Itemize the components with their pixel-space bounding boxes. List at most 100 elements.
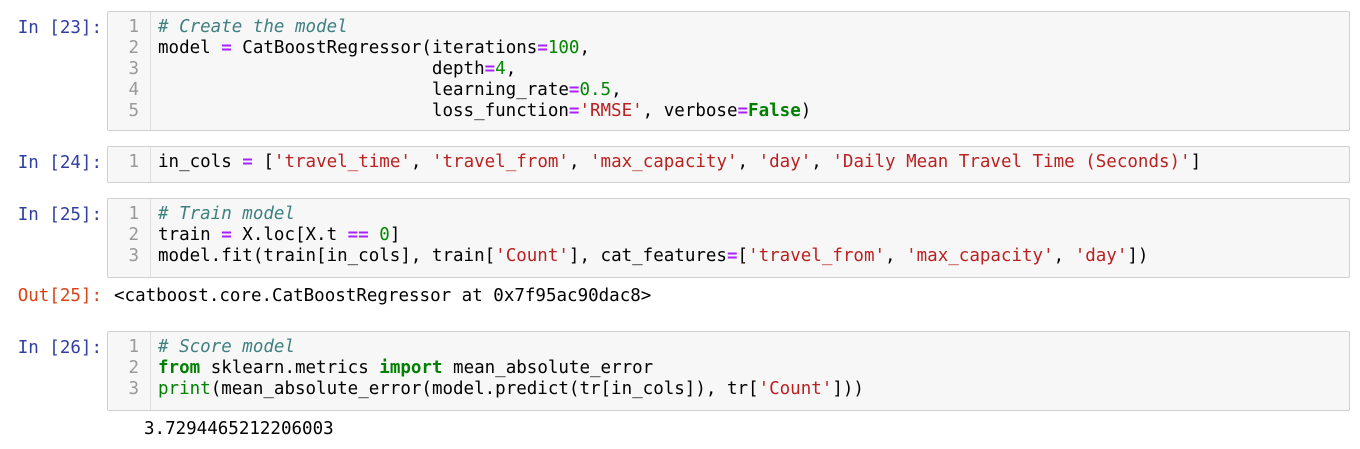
code-token: 'Count' (495, 246, 569, 266)
code-token: depth (158, 59, 485, 79)
code-token: = (737, 101, 749, 121)
code-text: # Score model (158, 337, 295, 358)
code-token: = (726, 246, 738, 266)
line-number: 2 (128, 358, 139, 378)
code-token: , verbose (642, 101, 738, 121)
code-line: 5 loss_function='RMSE', verbose=False) (108, 101, 1351, 122)
line-number: 2 (128, 225, 139, 245)
code-token: (mean_absolute_error(model.predict(tr[in… (210, 379, 759, 399)
code-line: 1 # Create the model (108, 17, 1351, 38)
code-text: depth=4, (158, 59, 516, 80)
code-token: ]) (1127, 246, 1149, 266)
code-line: 1 # Score model (108, 337, 1351, 358)
code-token: # Create the model (158, 17, 348, 37)
code-line: 1 # Train model (108, 204, 1351, 225)
line-number: 1 (128, 17, 139, 37)
code-token: = (221, 38, 232, 58)
line-number: 3 (128, 59, 139, 79)
line-number: 1 (128, 152, 139, 172)
code-token: 'day' (1074, 246, 1128, 266)
code-token: CatBoostRegressor(iterations (231, 38, 538, 58)
input-prompt: In [25]: (17, 205, 102, 225)
code-token: 100 (547, 38, 580, 58)
code-token: 'max_capacity' (590, 152, 738, 172)
output-result: <catboost.core.CatBoostRegressor at 0x7f… (114, 286, 652, 306)
code-lines: 1 # Create the model 2 model = CatBoostRegr… (108, 17, 1351, 122)
code-token: 'travel_time' (273, 152, 411, 172)
code-token: # Train model (158, 204, 295, 224)
line-number: 1 (128, 204, 139, 224)
code-line: 3 depth=4, (108, 59, 1351, 80)
code-lines: 1 in_cols = ['travel_time', 'travel_from'… (108, 152, 1351, 173)
code-token: , (737, 152, 759, 172)
code-token: # Score model (158, 337, 295, 357)
code-text: # Train model (158, 204, 295, 225)
input-prompt: In [24]: (17, 153, 102, 173)
code-token: = (242, 152, 253, 172)
code-text: # Create the model (158, 17, 348, 38)
code-token: = (537, 38, 548, 58)
code-line: 3 model.fit(train[in_cols], train['Count'… (108, 246, 1351, 267)
code-token: train (158, 225, 222, 245)
code-token: loss_function (158, 101, 569, 121)
code-text: model = CatBoostRegressor(iterations=100… (158, 38, 590, 59)
code-token: = (221, 225, 232, 245)
code-line: 4 learning_rate=0.5, (108, 80, 1351, 101)
code-text: train = X.loc[X.t == 0] (158, 225, 400, 246)
code-line: 2 train = X.loc[X.t == 0] (108, 225, 1351, 246)
code-lines: 1 # Score model 2 from sklearn.metrics impo… (108, 337, 1351, 400)
code-token: [ (252, 152, 274, 172)
code-token: = (484, 59, 496, 79)
output-prompt: Out[25]: (17, 286, 102, 306)
code-lines: 1 # Train model 2 train = X.loc[X.t == 0] 3 m… (108, 204, 1351, 267)
code-token: 'max_capacity' (906, 246, 1054, 266)
code-token: in_cols (158, 152, 243, 172)
code-token: , (885, 246, 907, 266)
input-prompt: In [23]: (17, 18, 102, 38)
code-token: 'travel_from' (431, 152, 569, 172)
line-number: 4 (128, 80, 139, 100)
line-number: 5 (128, 101, 139, 121)
code-token: 'Daily Mean Travel Time (Seconds)' (832, 152, 1191, 172)
code-token: , (568, 152, 591, 172)
code-token: ) (800, 101, 812, 121)
code-text: in_cols = ['travel_time', 'travel_from',… (158, 152, 1201, 173)
line-number: 3 (128, 246, 139, 266)
line-number: 2 (128, 38, 139, 58)
code-token: X.loc[X.t (231, 225, 348, 245)
line-number: 3 (128, 379, 139, 399)
code-text: model.fit(train[in_cols], train['Count']… (158, 246, 1148, 267)
code-token: , (811, 152, 833, 172)
code-token: ], cat_features (568, 246, 727, 266)
code-token: import (379, 358, 443, 378)
code-token: , (410, 152, 432, 172)
code-token: [ (737, 246, 749, 266)
code-token: mean_absolute_error (442, 358, 654, 378)
code-token: 'travel_from' (748, 246, 886, 266)
code-token: model (158, 38, 222, 58)
code-editor[interactable]: 1 # Create the model 2 model = CatBoostRegr… (107, 11, 1350, 131)
code-line: 2 from sklearn.metrics import mean_absolu… (108, 358, 1351, 379)
code-token: 'RMSE' (579, 101, 643, 121)
code-token: 'day' (758, 152, 812, 172)
code-token: , (611, 80, 622, 100)
code-text: loss_function='RMSE', verbose=False) (158, 101, 811, 122)
code-token: , (1053, 246, 1075, 266)
code-token: ] (389, 225, 401, 245)
code-text: print(mean_absolute_error(model.predict(… (158, 379, 864, 400)
code-editor[interactable]: 1 # Train model 2 train = X.loc[X.t == 0] 3 m… (107, 198, 1350, 278)
code-line: 2 model = CatBoostRegressor(iterations=10… (108, 38, 1351, 59)
code-editor[interactable]: 1 # Score model 2 from sklearn.metrics impo… (107, 331, 1350, 411)
code-editor[interactable]: 1 in_cols = ['travel_time', 'travel_from'… (107, 146, 1350, 183)
input-prompt: In [26]: (17, 338, 102, 358)
stdout-text: 3.7294465212206003 (144, 419, 334, 439)
code-text: from sklearn.metrics import mean_absolut… (158, 358, 653, 379)
code-token: False (748, 101, 801, 121)
code-line: 1 in_cols = ['travel_time', 'travel_from'… (108, 152, 1351, 173)
line-number: 1 (128, 337, 139, 357)
code-text: learning_rate=0.5, (158, 80, 622, 101)
code-token: sklearn.metrics (200, 358, 380, 378)
code-token: from (158, 358, 201, 378)
code-token: = (568, 101, 580, 121)
